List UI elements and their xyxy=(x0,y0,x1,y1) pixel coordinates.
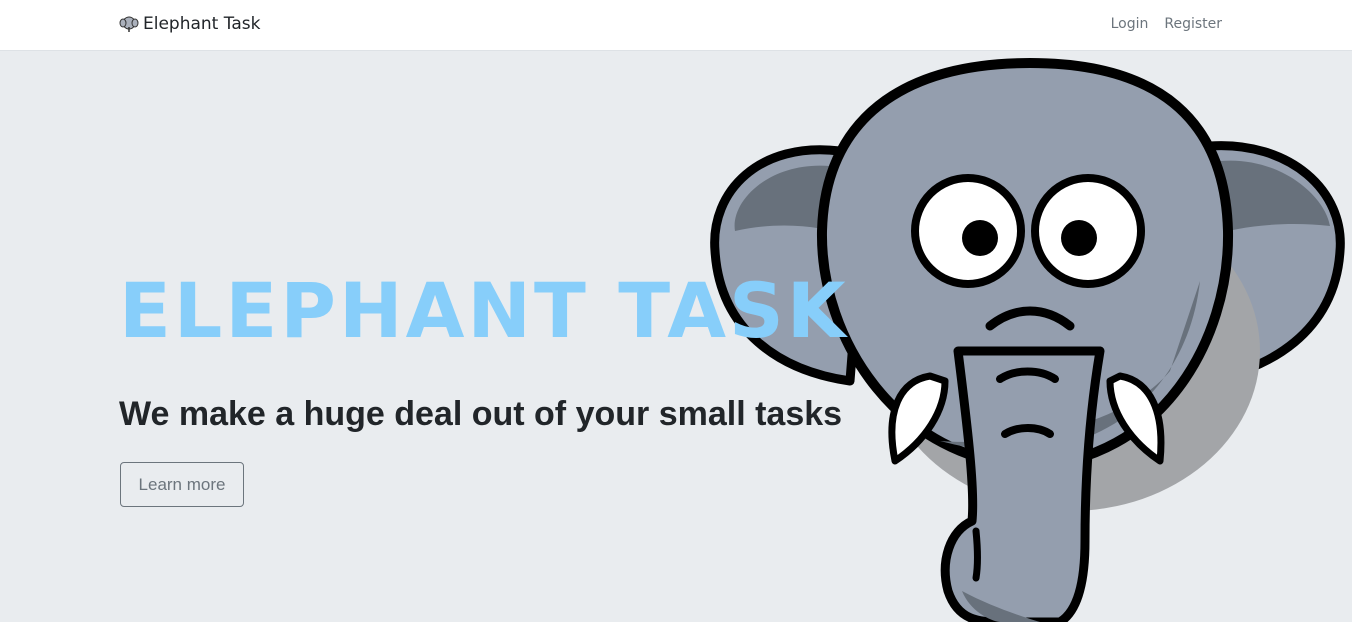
login-link[interactable]: Login xyxy=(1111,16,1149,32)
brand-label: Elephant Task xyxy=(143,14,261,34)
hero-jumbotron: ELEPHANT TASK We make a huge deal out of… xyxy=(0,51,1352,622)
hero-title: ELEPHANT TASK xyxy=(119,266,849,355)
register-link[interactable]: Register xyxy=(1164,16,1222,32)
brand-link[interactable]: Elephant Task xyxy=(119,14,260,34)
learn-more-button[interactable]: Learn more xyxy=(120,462,244,507)
nav-links: Login Register xyxy=(1111,16,1222,32)
navbar: Elephant Task Login Register xyxy=(0,0,1352,51)
hero-subtitle: We make a huge deal out of your small ta… xyxy=(119,395,843,433)
elephant-icon xyxy=(119,16,139,32)
